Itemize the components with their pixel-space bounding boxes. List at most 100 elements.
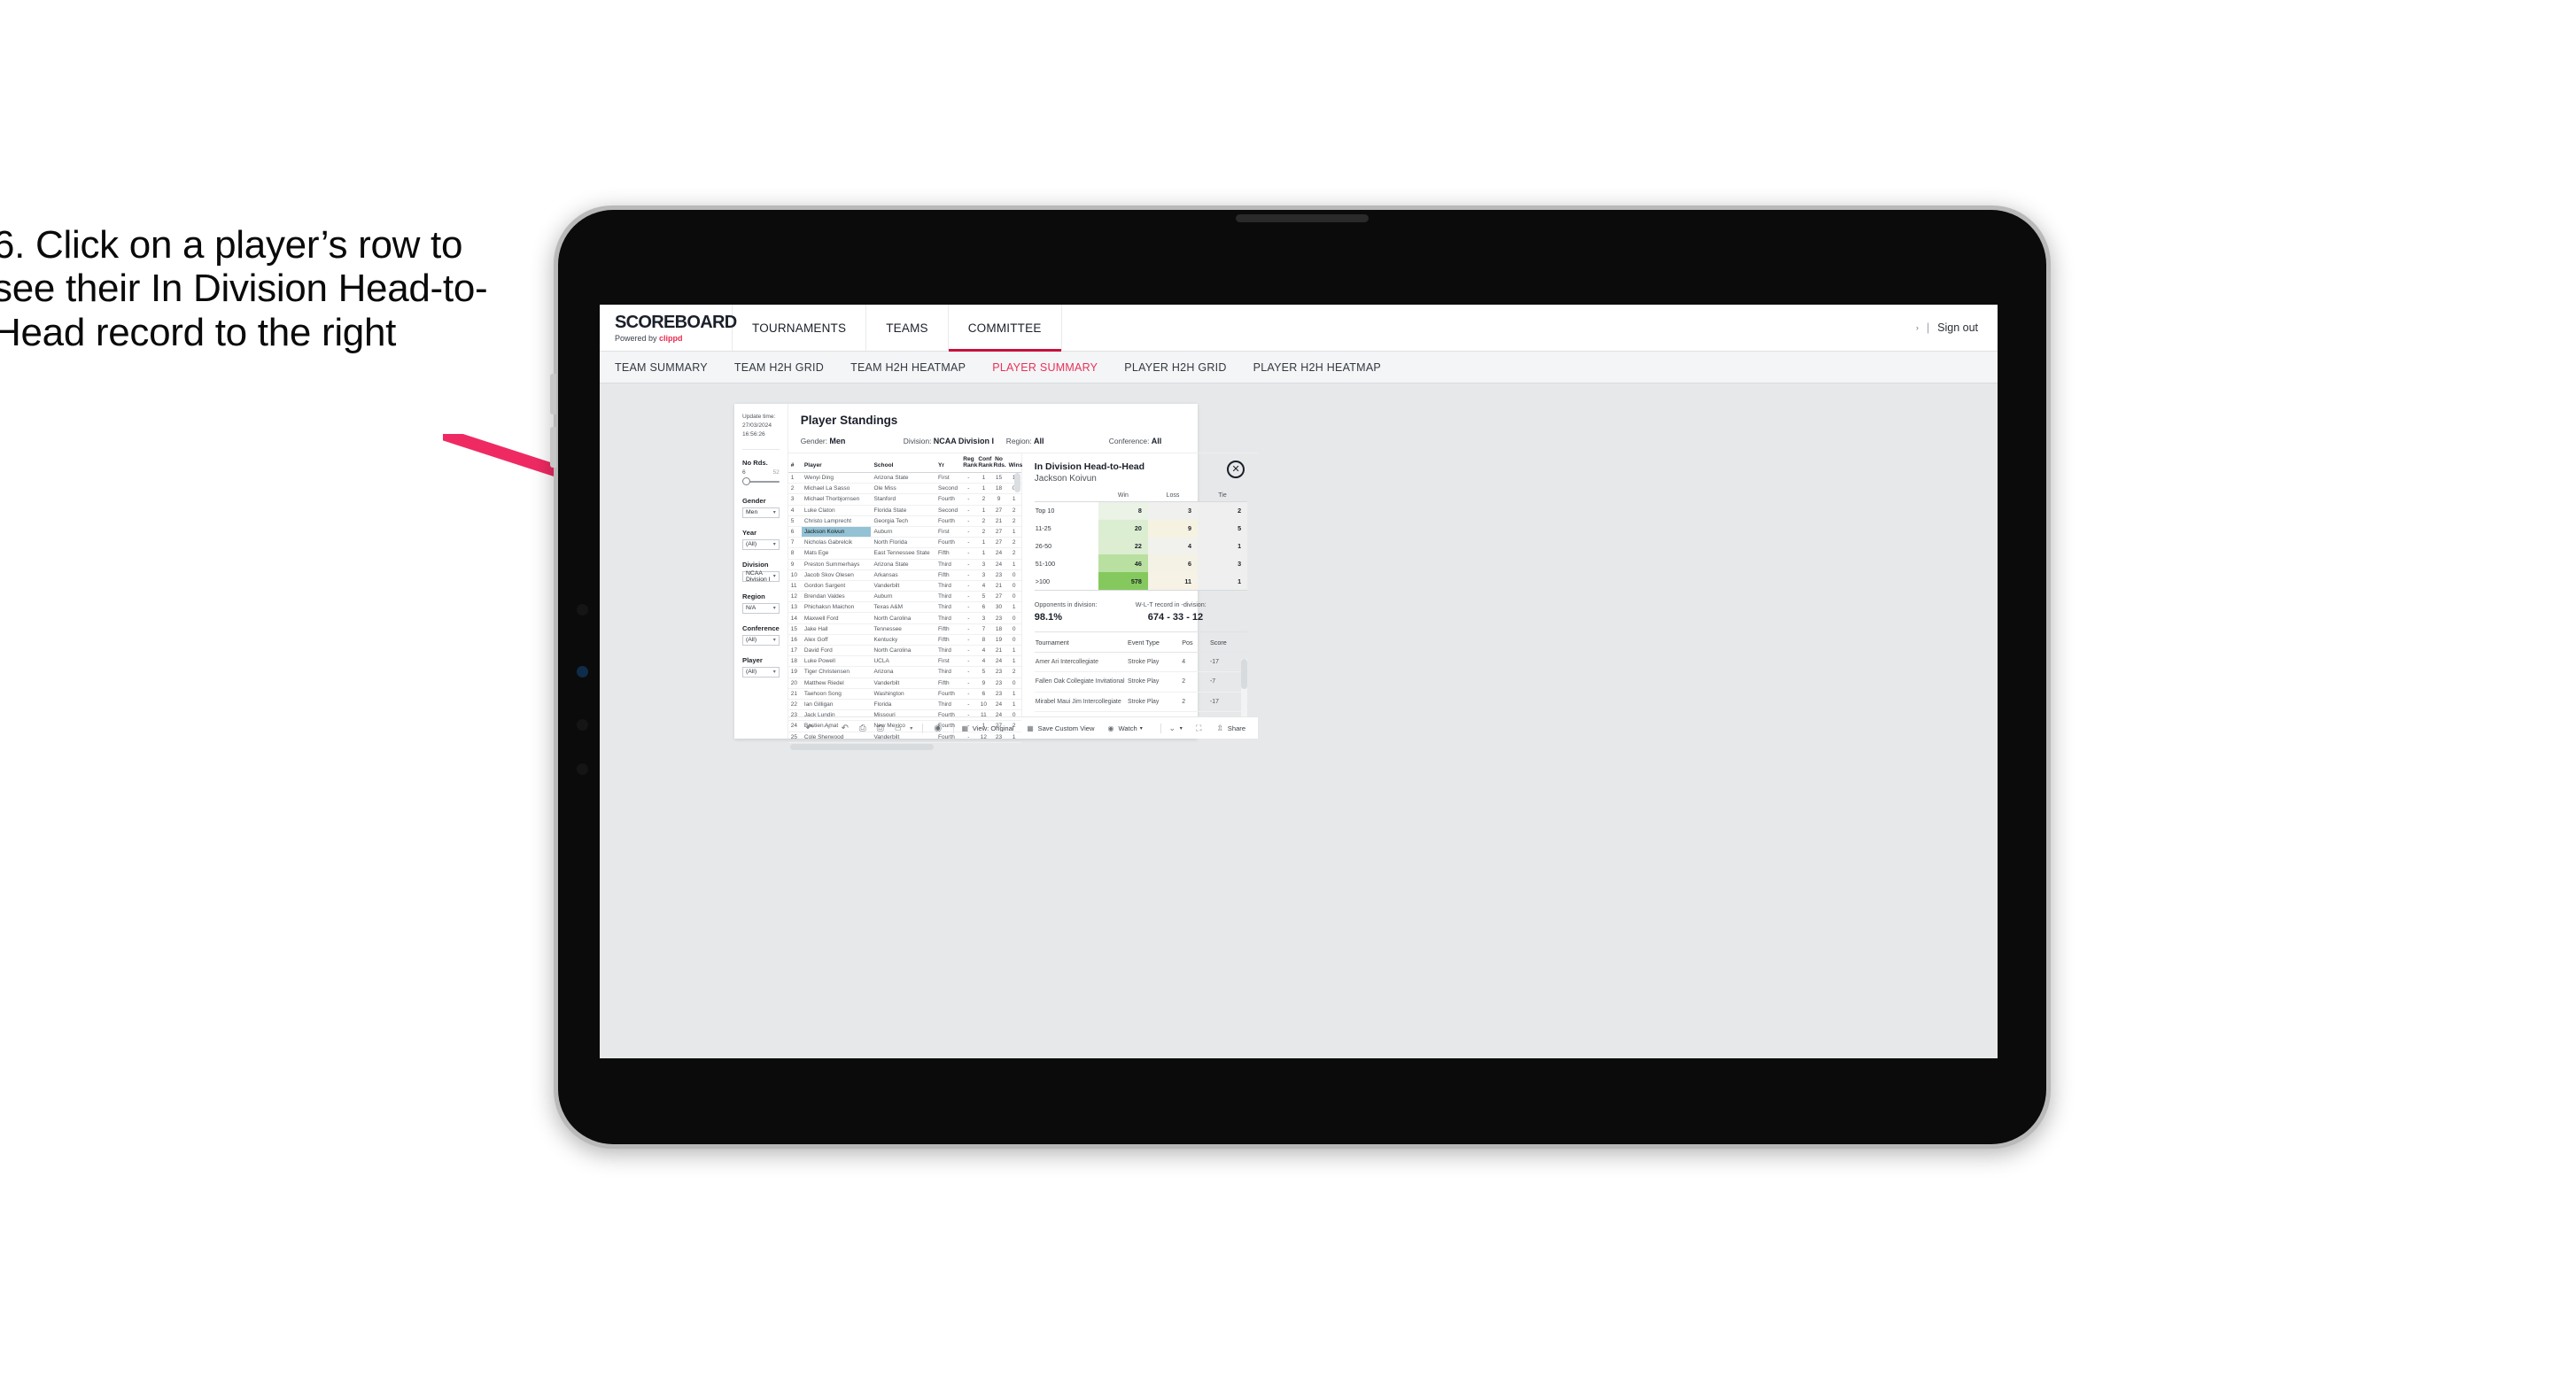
filter-region-select[interactable]: N/A ▾ [742, 602, 780, 614]
no-rds-slider-block: No Rds. 6 52 [742, 459, 780, 486]
tab-player-h2h-heatmap[interactable]: PLAYER H2H HEATMAP [1253, 361, 1381, 374]
filter-conference-select[interactable]: (All) ▾ [742, 634, 780, 646]
nav-teams[interactable]: TEAMS [866, 305, 949, 351]
chevron-right-icon[interactable]: › [1916, 323, 1919, 332]
filter-player-select[interactable]: (All) ▾ [742, 666, 780, 678]
row-rank: 13 [788, 601, 802, 614]
no-rds-slider[interactable] [742, 476, 780, 486]
filter-conference-label: Conference [742, 623, 780, 632]
row-yr: Fifth [935, 678, 961, 689]
standings-vertical-scrollbar[interactable] [1013, 473, 1020, 492]
tab-player-h2h-grid[interactable]: PLAYER H2H GRID [1124, 361, 1226, 374]
table-row[interactable]: 20 Matthew Riedel Vanderbilt Fifth -9 23 0 [788, 678, 1021, 689]
table-row[interactable]: 2Michael La SassoOle MissSecond-1180 [788, 483, 1021, 495]
share-button[interactable]: ⇫ Share [1215, 724, 1246, 733]
table-row[interactable]: 17 David Ford North Carolina Third -4 21 1 [788, 645, 1021, 657]
table-row[interactable]: 11 Gordon Sargent Vanderbilt Third -4 21 0 [788, 580, 1021, 592]
tournament-name: Fallen Oak Collegiate Invitational [1034, 671, 1128, 693]
col-no-rds[interactable]: No Rds. [990, 453, 1006, 473]
table-row[interactable]: 18 Luke Powell UCLA First -4 24 1 [788, 655, 1021, 668]
tournament-scrollbar[interactable] [1241, 658, 1248, 689]
row-yr: Third [935, 591, 961, 603]
col-player[interactable]: Player [801, 453, 872, 473]
nav-committee[interactable]: COMMITTEE [948, 305, 1062, 352]
col-reg-rank[interactable]: Reg Rank [960, 453, 977, 473]
close-icon[interactable]: ✕ [1227, 461, 1245, 478]
table-row[interactable]: 8 Mats Ege East Tennessee State Fifth -1 24 2 [788, 547, 1021, 560]
table-row[interactable]: 5 Christo Lamprecht Georgia Tech Fourth -2 21… [788, 515, 1021, 527]
table-row[interactable]: 22 Ian Gilligan Florida Third -10 24 1 [788, 699, 1021, 711]
row-conf-rank: 3 [975, 559, 991, 570]
table-row[interactable]: 9 Preston Summerhays Arizona State Third -3 2… [788, 559, 1021, 570]
watch-button[interactable]: ◉ Watch ▾ [1106, 724, 1143, 732]
brand-subtitle: Powered by clippd [615, 333, 683, 343]
row-wins: 0 [1005, 678, 1021, 689]
table-row[interactable]: 25 Cole Sherwood Vanderbilt Fourth -12 23 1 [788, 732, 1021, 743]
tab-player-summary[interactable]: PLAYER SUMMARY [992, 361, 1098, 374]
table-row[interactable]: 3 Michael Thorbjornsen Stanford Fourth -2 9 1 [788, 493, 1021, 506]
row-no-rds: 24 [990, 709, 1006, 722]
volume-button-top[interactable] [550, 374, 556, 414]
col-pos[interactable]: Pos [1181, 631, 1209, 653]
slider-handle[interactable] [742, 476, 750, 485]
summary-gender: Gender: Men [800, 437, 846, 445]
table-row[interactable]: 4 Luke Claton Florida State Second -1 27 2 [788, 505, 1021, 516]
col-wins[interactable]: Wins [1005, 453, 1022, 473]
sensor-dot-1 [577, 604, 588, 616]
table-row[interactable]: 21 Taehoon Song Washington Fourth -6 23 1 [788, 688, 1021, 700]
save-custom-view-button[interactable]: ▦ Save Custom View [1026, 724, 1094, 732]
table-row[interactable]: 14 Maxwell Ford North Carolina Third -3 23 0 [788, 612, 1021, 624]
table-row[interactable]: 16 Alex Goff Kentucky Fifth -8 19 0 [788, 634, 1021, 647]
tournament-row[interactable]: Mirabel Maui Jim Intercollegiate Stroke P… [1034, 692, 1248, 713]
col-event-type[interactable]: Event Type [1127, 631, 1182, 653]
table-row[interactable]: 12 Brendan Valdes Auburn Third -5 27 0 [788, 591, 1021, 603]
table-row[interactable]: 10 Jacob Skov Olesen Arkansas Fifth -3 23 0 [788, 569, 1021, 581]
filter-gender-select[interactable]: Men ▾ [742, 507, 780, 518]
tab-team-h2h-heatmap[interactable]: TEAM H2H HEATMAP [850, 361, 966, 374]
col-yr[interactable]: Yr [935, 453, 961, 473]
sign-out-link[interactable]: Sign out [1937, 321, 1978, 334]
row-rank: 11 [788, 580, 802, 592]
col-conf-rank[interactable]: Conf Rank [975, 453, 992, 473]
table-row[interactable]: 1Wenyi DingArizona StateFirst-1151 [788, 472, 1021, 484]
row-conf-rank: 9 [975, 678, 991, 689]
brand-logo[interactable]: SCOREBOARD Powered by clippd [600, 305, 737, 351]
row-rank: 2 [788, 483, 802, 495]
filter-division: Division NCAA Division I ▾ [742, 561, 780, 583]
filter-year-select[interactable]: (All) ▾ [742, 538, 780, 550]
col-score[interactable]: Score [1208, 631, 1248, 653]
scrollbar-thumb[interactable] [789, 743, 934, 750]
table-row[interactable]: 24 Bastien Amat New Mexico Fourth -1 27 2 [788, 720, 1021, 732]
row-player: Cole Sherwood [801, 732, 872, 743]
col-school[interactable]: School [871, 453, 936, 473]
col-rank[interactable]: # [788, 453, 802, 473]
col-tournament[interactable]: Tournament [1034, 631, 1128, 653]
fullscreen-button[interactable]: ⛶ [1194, 724, 1204, 733]
download-button[interactable]: ⌄ ▾ [1168, 724, 1183, 733]
table-row[interactable]: 19 Tiger Christensen Arizona Third -5 23 2 [788, 666, 1021, 678]
volume-button-bottom[interactable] [550, 427, 556, 468]
tournament-row[interactable]: Fallen Oak Collegiate Invitational Stroke… [1034, 671, 1248, 693]
heatmap-row: >100 578 11 1 [1034, 572, 1248, 591]
row-conf-rank: 10 [975, 699, 991, 711]
tab-team-h2h-grid[interactable]: TEAM H2H GRID [734, 361, 824, 374]
row-wins: 1 [1005, 559, 1021, 570]
row-school: Auburn [871, 526, 936, 538]
table-row[interactable]: 13 Phichaksn Maichon Texas A&M Third -6 30 1 [788, 601, 1021, 614]
sensor-dot-4 [577, 763, 588, 775]
sensor-dot-2 [577, 666, 588, 678]
table-row[interactable]: 6 Jackson Koivun Auburn First -2 27 1 [788, 526, 1021, 538]
heatmap-cell-tie: 1 [1197, 572, 1248, 591]
table-row[interactable]: 23 Jack Lundin Missouri Fourth -11 24 0 [788, 709, 1021, 722]
tournament-row[interactable]: Amer Ari Intercollegiate Stroke Play 4 -17 [1034, 652, 1248, 673]
table-row[interactable]: 7 Nicholas Gabrelcik North Florida Fourth -1… [788, 537, 1021, 549]
table-row[interactable]: 15 Jake Hall Tennessee Fifth -7 18 0 [788, 623, 1021, 635]
row-yr: Fourth [935, 688, 961, 700]
row-no-rds: 23 [990, 666, 1006, 678]
tournament-row[interactable]: SEC Match Play hosted by Jerry Pate Roun… [1034, 711, 1248, 716]
tab-team-summary[interactable]: TEAM SUMMARY [615, 361, 708, 374]
nav-tournaments[interactable]: TOURNAMENTS [733, 305, 867, 351]
brand-title: SCOREBOARD [615, 312, 737, 332]
workbook-main: Player Standings Gender: Men Division: N… [788, 404, 1259, 750]
filter-division-select[interactable]: NCAA Division I ▾ [742, 570, 780, 583]
